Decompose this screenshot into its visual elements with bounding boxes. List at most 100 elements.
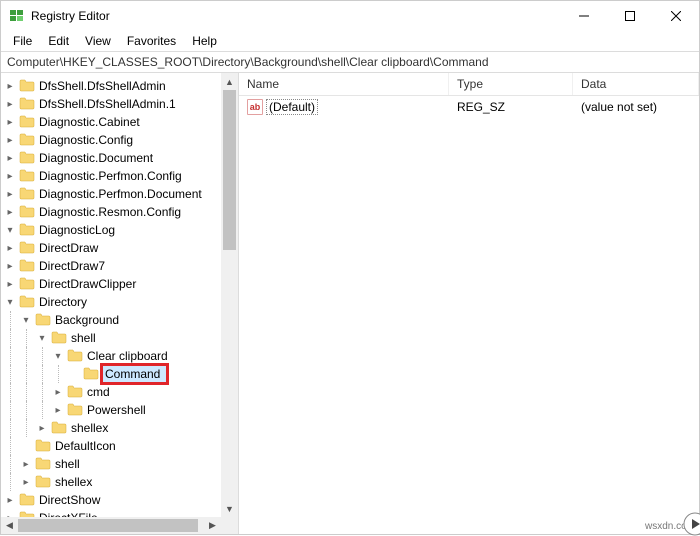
- tree-item[interactable]: ▸Diagnostic.Resmon.Config: [3, 203, 221, 221]
- tree-item[interactable]: ▾ Background: [3, 311, 221, 329]
- chevron-right-icon[interactable]: ▸: [3, 151, 17, 165]
- chevron-right-icon[interactable]: ▸: [3, 97, 17, 111]
- chevron-right-icon[interactable]: ▸: [3, 79, 17, 93]
- tree-horizontal-scrollbar[interactable]: ◀ ▶: [1, 517, 221, 534]
- chevron-right-icon[interactable]: ▸: [3, 205, 17, 219]
- tree-item[interactable]: ▸DefaultIcon: [3, 437, 221, 455]
- chevron-right-icon[interactable]: ▸: [19, 475, 33, 489]
- tree-item[interactable]: ▸Powershell: [3, 401, 221, 419]
- menubar: File Edit View Favorites Help: [1, 31, 699, 51]
- chevron-right-icon[interactable]: ▸: [35, 421, 49, 435]
- chevron-right-icon[interactable]: ▸: [51, 385, 65, 399]
- tree-item[interactable]: ▸DfsShell.DfsShellAdmin: [3, 77, 221, 95]
- chevron-right-icon[interactable]: ▸: [3, 133, 17, 147]
- tree-item[interactable]: ▸ shell: [3, 455, 221, 473]
- folder-icon: [51, 420, 71, 437]
- tree-view[interactable]: ▸DfsShell.DfsShellAdmin▸DfsShell.DfsShel…: [1, 73, 221, 517]
- chevron-right-icon[interactable]: ▸: [51, 403, 65, 417]
- tree-item[interactable]: ▸ cmd: [3, 383, 221, 401]
- tree-item[interactable]: ▸DirectShow: [3, 491, 221, 509]
- folder-icon: [67, 384, 87, 401]
- folder-icon: [51, 330, 71, 347]
- tree-item[interactable]: ▸shellex: [3, 473, 221, 491]
- tree-item[interactable]: ▾Clear clipboard: [3, 347, 221, 365]
- window-title: Registry Editor: [31, 9, 110, 23]
- tree-item[interactable]: ▸DirectDraw7: [3, 257, 221, 275]
- tree-item-label: Diagnostic.Perfmon.Document: [39, 187, 202, 201]
- menu-favorites[interactable]: Favorites: [119, 32, 184, 50]
- chevron-down-icon[interactable]: ▾: [3, 223, 17, 237]
- column-header-type[interactable]: Type: [449, 73, 573, 95]
- tree-item[interactable]: ▸Diagnostic.Document: [3, 149, 221, 167]
- window-controls: [561, 1, 699, 31]
- chevron-right-icon[interactable]: ▸: [3, 187, 17, 201]
- folder-icon: [19, 150, 39, 167]
- menu-file[interactable]: File: [5, 32, 40, 50]
- tree-item-label: DfsShell.DfsShellAdmin.1: [39, 97, 176, 111]
- tree-item[interactable]: ▸Command: [3, 365, 221, 383]
- tree-vertical-scrollbar[interactable]: ▲ ▼: [221, 73, 238, 517]
- address-bar[interactable]: Computer\HKEY_CLASSES_ROOT\Directory\Bac…: [1, 51, 699, 73]
- scroll-down-button[interactable]: ▼: [221, 500, 238, 517]
- tree-item-label: shellex: [71, 421, 108, 435]
- tree-item[interactable]: ▸Diagnostic.Cabinet: [3, 113, 221, 131]
- tree-item-label: cmd: [87, 385, 110, 399]
- tree-item-label: Diagnostic.Config: [39, 133, 133, 147]
- tree-item[interactable]: ▾shell: [3, 329, 221, 347]
- folder-icon: [19, 186, 39, 203]
- tree-item-label: shell: [55, 457, 80, 471]
- chevron-right-icon[interactable]: ▸: [3, 277, 17, 291]
- tree-item-label: Background: [55, 313, 119, 327]
- scroll-right-button[interactable]: ▶: [204, 517, 221, 534]
- minimize-button[interactable]: [561, 1, 607, 31]
- chevron-right-icon[interactable]: ▸: [19, 457, 33, 471]
- tree-item[interactable]: ▾ DiagnosticLog: [3, 221, 221, 239]
- string-value-icon: ab: [247, 99, 263, 115]
- close-button[interactable]: [653, 1, 699, 31]
- chevron-down-icon[interactable]: ▾: [3, 295, 17, 309]
- tree-item-label: DirectDraw: [39, 241, 98, 255]
- column-header-data[interactable]: Data: [573, 73, 699, 95]
- chevron-right-icon[interactable]: ▸: [3, 493, 17, 507]
- scroll-thumb[interactable]: [18, 519, 198, 532]
- list-rows[interactable]: ab(Default)REG_SZ(value not set): [239, 96, 699, 118]
- list-pane: Name Type Data ab(Default)REG_SZ(value n…: [239, 73, 699, 534]
- folder-icon: [19, 96, 39, 113]
- folder-icon: [19, 114, 39, 131]
- chevron-down-icon[interactable]: ▾: [19, 313, 33, 327]
- chevron-right-icon[interactable]: ▸: [3, 259, 17, 273]
- tree-item-label: DirectDrawClipper: [39, 277, 136, 291]
- scroll-up-button[interactable]: ▲: [221, 73, 238, 90]
- scroll-track[interactable]: [18, 517, 204, 534]
- tree-item[interactable]: ▸ shellex: [3, 419, 221, 437]
- folder-icon: [19, 168, 39, 185]
- scroll-left-button[interactable]: ◀: [1, 517, 18, 534]
- tree-item[interactable]: ▸DirectXFile: [3, 509, 221, 517]
- menu-help[interactable]: Help: [184, 32, 225, 50]
- tree-item[interactable]: ▸ Diagnostic.Perfmon.Document: [3, 185, 221, 203]
- chevron-right-icon[interactable]: ▸: [3, 169, 17, 183]
- tree-item-label: DiagnosticLog: [39, 223, 115, 237]
- list-row[interactable]: ab(Default)REG_SZ(value not set): [239, 98, 699, 116]
- menu-view[interactable]: View: [77, 32, 119, 50]
- maximize-button[interactable]: [607, 1, 653, 31]
- tree-item[interactable]: ▸Diagnostic.Perfmon.Config: [3, 167, 221, 185]
- menu-edit[interactable]: Edit: [40, 32, 77, 50]
- folder-icon: [35, 312, 55, 329]
- tree-item[interactable]: ▸ DirectDraw: [3, 239, 221, 257]
- tree-item[interactable]: ▸ DirectDrawClipper: [3, 275, 221, 293]
- chevron-right-icon[interactable]: ▸: [3, 115, 17, 129]
- folder-icon: [19, 204, 39, 221]
- folder-icon: [19, 492, 39, 509]
- tree-item[interactable]: ▸ DfsShell.DfsShellAdmin.1: [3, 95, 221, 113]
- column-header-name[interactable]: Name: [239, 73, 449, 95]
- titlebar: Registry Editor: [1, 1, 699, 31]
- scroll-track[interactable]: [221, 90, 238, 500]
- tree-item[interactable]: ▸ Diagnostic.Config: [3, 131, 221, 149]
- tree-item[interactable]: ▾Directory: [3, 293, 221, 311]
- chevron-down-icon[interactable]: ▾: [35, 331, 49, 345]
- chevron-right-icon[interactable]: ▸: [3, 241, 17, 255]
- scroll-thumb[interactable]: [223, 90, 236, 250]
- folder-icon: [19, 510, 39, 518]
- chevron-down-icon[interactable]: ▾: [51, 349, 65, 363]
